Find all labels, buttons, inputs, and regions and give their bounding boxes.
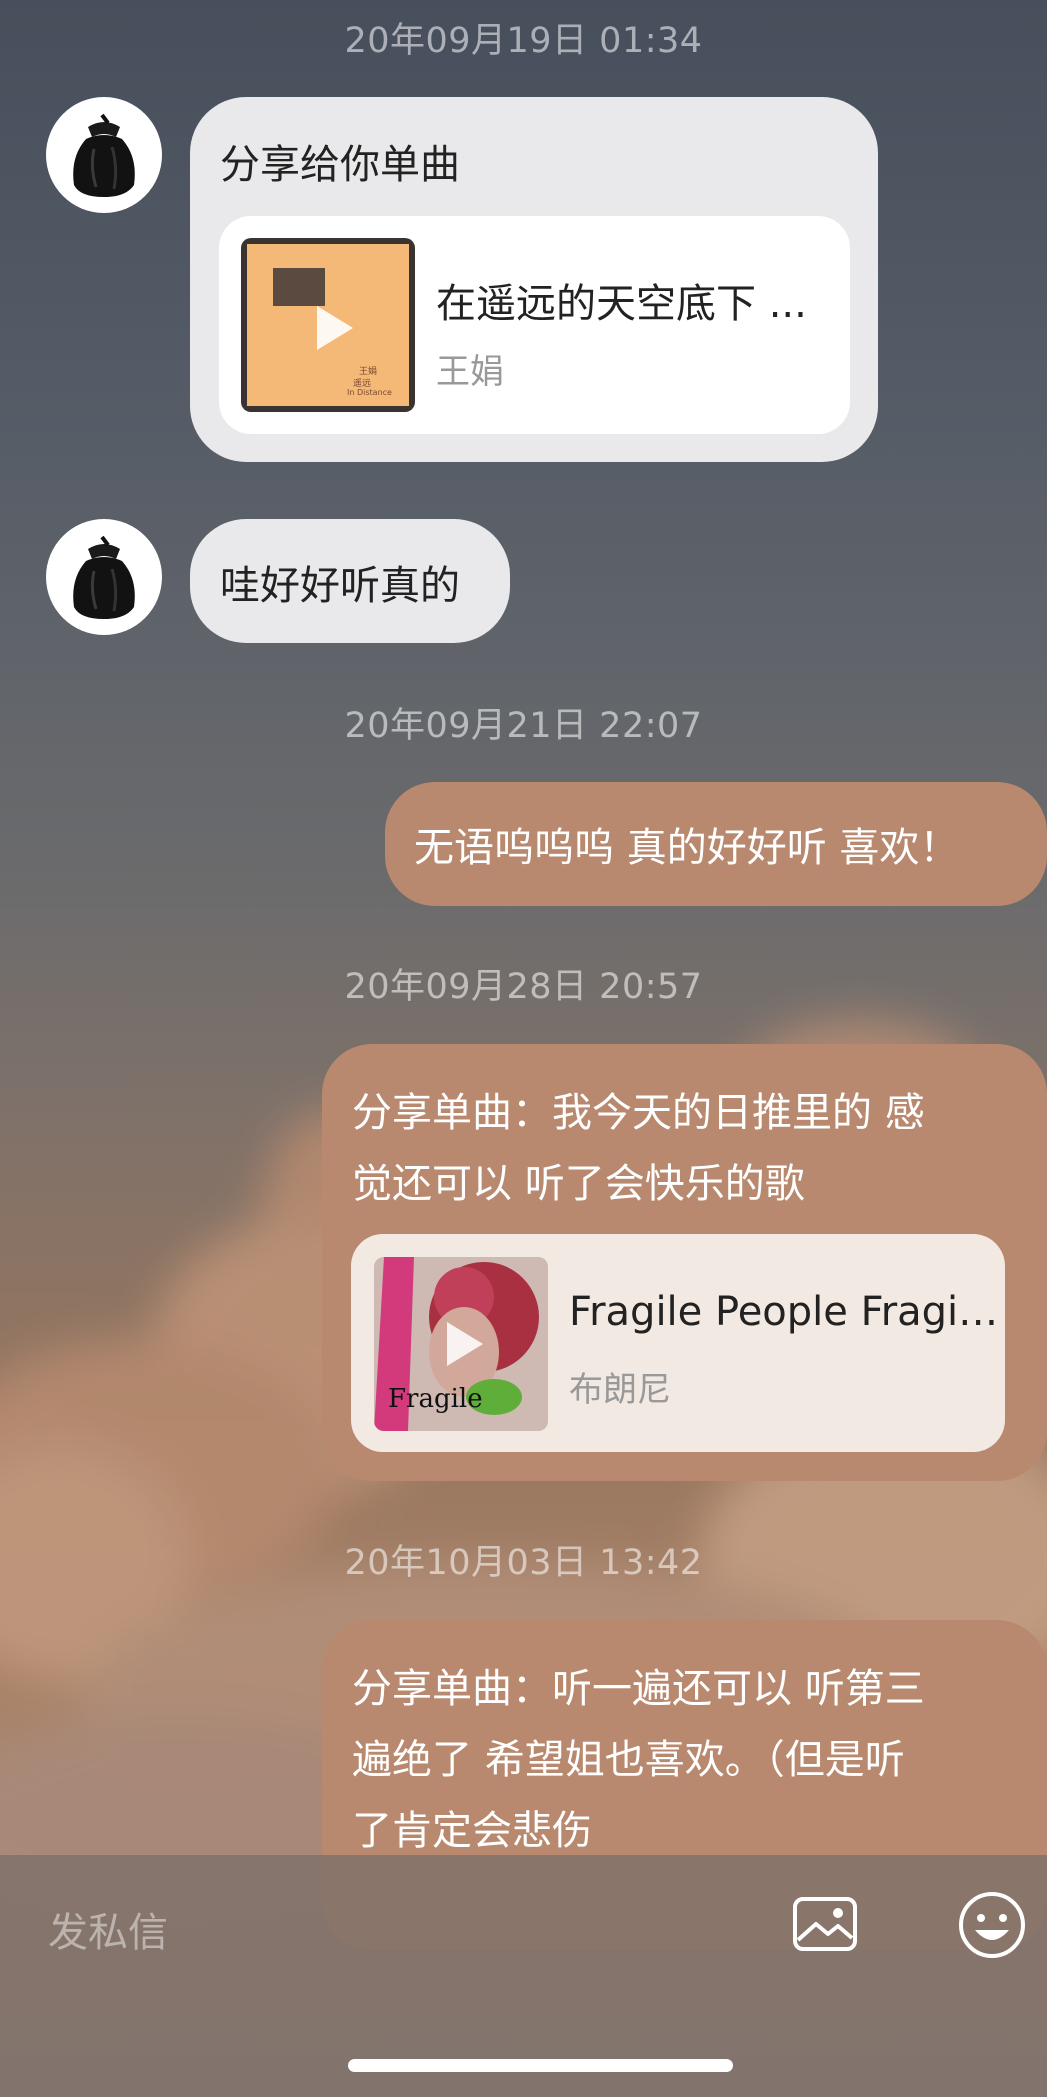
avatar[interactable]: [46, 519, 162, 635]
timestamp: 20年09月28日 20:57: [344, 967, 703, 1007]
message-input[interactable]: 发私信: [48, 1900, 168, 1958]
song-title: 在遥远的天空底下 ...: [436, 281, 807, 327]
song-title: Fragile People Fragil...: [569, 1289, 999, 1335]
song-card[interactable]: 王娟 遥远 In Distance 在遥远的天空底下 ... 王娟: [219, 216, 850, 434]
play-icon[interactable]: [299, 296, 363, 360]
avatar[interactable]: [46, 97, 162, 213]
home-indicator[interactable]: [348, 2059, 733, 2072]
timestamp: 20年09月19日 01:34: [344, 21, 703, 61]
trash-bag-icon: [73, 535, 135, 619]
message-text: 分享给你单曲: [220, 142, 460, 188]
trash-bag-icon: [73, 113, 135, 197]
emoji-icon[interactable]: [957, 1890, 1027, 1960]
message-text: 觉还可以 听了会快乐的歌: [352, 1161, 805, 1207]
timestamp: 20年10月03日 13:42: [344, 1543, 703, 1583]
message-text: 哇好好听真的: [220, 563, 460, 609]
album-cover: Fragile: [374, 1257, 548, 1431]
message-text: 遍绝了 希望姐也喜欢。（但是听: [352, 1737, 905, 1783]
svg-text:Fragile: Fragile: [388, 1384, 483, 1414]
timestamp: 20年09月21日 22:07: [344, 706, 703, 746]
image-icon[interactable]: [792, 1896, 858, 1952]
message-text: 分享单曲：听一遍还可以 听第三: [352, 1666, 925, 1712]
message-text: 无语呜呜呜 真的好好听 喜欢！: [414, 825, 960, 871]
message-text: 分享单曲：我今天的日推里的 感: [352, 1090, 925, 1136]
album-cover: 王娟 遥远 In Distance: [241, 238, 415, 412]
play-icon[interactable]: [429, 1312, 493, 1376]
song-card[interactable]: Fragile Fragile People Fragil... 布朗尼: [351, 1234, 1005, 1452]
message-text: 了肯定会悲伤: [352, 1808, 592, 1854]
song-artist: 王娟: [436, 352, 504, 392]
song-artist: 布朗尼: [569, 1370, 671, 1410]
